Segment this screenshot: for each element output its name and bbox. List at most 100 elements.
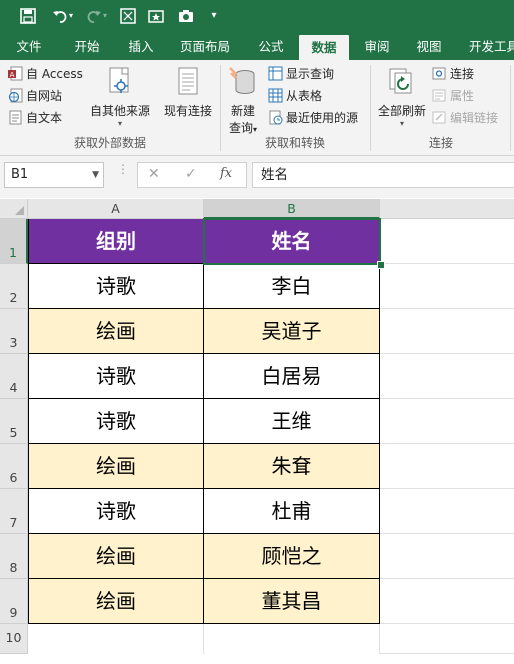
row-header[interactable]: 7 (0, 489, 28, 534)
tab-review[interactable]: 审阅 (356, 33, 398, 60)
refresh-icon (386, 66, 418, 98)
from-table-button[interactable]: 从表格 (268, 86, 322, 106)
existing-connections-button[interactable]: 现有连接 (160, 66, 216, 119)
cell-group[interactable]: 诗歌 (28, 399, 204, 444)
save-icon[interactable] (18, 6, 38, 26)
gridline (380, 623, 514, 624)
insert-function-icon[interactable]: fx (220, 166, 232, 181)
cell-name[interactable]: 董其昌 (204, 579, 380, 624)
other-sources-button[interactable]: 自其他来源 ▾ (88, 66, 152, 128)
resize-handle-icon[interactable]: ⋮ (117, 163, 129, 175)
row-number: 8 (9, 560, 18, 575)
new-query-button[interactable]: 新建 查询▾ (224, 66, 262, 136)
show-queries-button[interactable]: 显示查询 (268, 64, 334, 84)
row-number: 9 (9, 605, 18, 620)
cell-name[interactable]: 吴道子 (204, 309, 380, 354)
cell-name[interactable]: 顾恺之 (204, 534, 380, 579)
text-file-icon (8, 110, 23, 125)
tab-home[interactable]: 开始 (66, 33, 108, 60)
formula-bar: B1 ▼ ⋮ ✕ ✓ fx 姓名 (0, 156, 514, 198)
properties-button[interactable]: 属性 (432, 86, 474, 106)
formula-buttons: ✕ ✓ fx (137, 162, 247, 188)
from-web-button[interactable]: 自网站 (8, 86, 62, 106)
camera-icon[interactable] (176, 6, 196, 26)
confirm-icon[interactable]: ✓ (185, 166, 197, 182)
row-number: 4 (9, 380, 18, 395)
group-separator (510, 65, 511, 151)
cell-group[interactable]: 绘画 (28, 534, 204, 579)
cell-group[interactable]: 诗歌 (28, 264, 204, 309)
group-label-connections: 连接 (428, 136, 453, 150)
gridline (380, 578, 514, 579)
cell-name[interactable]: 白居易 (204, 354, 380, 399)
gridline (380, 488, 514, 489)
header-cell-group[interactable]: 组别 (28, 219, 204, 264)
cell-group[interactable]: 绘画 (28, 579, 204, 624)
undo-dropdown-icon[interactable]: ▾ (66, 6, 76, 26)
row-header[interactable]: 6 (0, 444, 28, 489)
tab-developer[interactable]: 开发工具 (464, 33, 514, 60)
gridline (380, 533, 514, 534)
cell-name[interactable]: 王维 (204, 399, 380, 444)
from-access-button[interactable]: A 自 Access (8, 64, 83, 84)
cell-name[interactable]: 朱耷 (204, 444, 380, 489)
other-sources-icon (104, 66, 136, 98)
existing-connections-icon (172, 66, 204, 98)
tab-view[interactable]: 视图 (408, 33, 450, 60)
connections-button[interactable]: 连接 (432, 64, 474, 84)
recent-sources-button[interactable]: 最近使用的源 (268, 108, 358, 128)
cell-group[interactable]: 绘画 (28, 444, 204, 489)
row-header[interactable]: 4 (0, 354, 28, 399)
from-text-button[interactable]: 自文本 (8, 108, 62, 128)
row-header[interactable]: 8 (0, 534, 28, 579)
edit-links-icon (432, 110, 447, 125)
row-header[interactable]: 3 (0, 309, 28, 354)
tab-page-layout[interactable]: 页面布局 (172, 33, 238, 60)
cell-name[interactable]: 杜甫 (204, 489, 380, 534)
row-number: 10 (5, 630, 22, 645)
customize-qat-icon[interactable]: ▾ (204, 6, 224, 26)
tab-data[interactable]: 数据 (299, 35, 349, 60)
group-label-external: 获取外部数据 (73, 136, 146, 150)
recent-sources-icon (268, 110, 283, 125)
gridline (380, 398, 514, 399)
select-all-button[interactable] (0, 199, 28, 219)
redo-dropdown-icon[interactable]: ▾ (100, 6, 110, 26)
custom-icon-1[interactable] (118, 6, 138, 26)
chevron-down-icon[interactable]: ▼ (92, 163, 99, 187)
tab-formulas[interactable]: 公式 (250, 33, 292, 60)
cell-group[interactable]: 诗歌 (28, 354, 204, 399)
cell-name[interactable]: 李白 (204, 264, 380, 309)
ribbon-data: A 自 Access 自网站 自文本 自其他来源 ▾ 现有连接 获取外部数据 新… (0, 60, 514, 156)
row-header[interactable]: 10 (0, 624, 28, 654)
cancel-icon[interactable]: ✕ (148, 166, 160, 182)
gridline (203, 624, 204, 654)
gridline (380, 263, 514, 264)
row-header[interactable]: 1 (0, 219, 28, 264)
header-cell-name[interactable]: 姓名 (204, 219, 380, 264)
ribbon-tabs: 文件 开始 插入 页面布局 公式 数据 审阅 视图 开发工具 (0, 33, 514, 60)
row-number: 5 (9, 425, 18, 440)
custom-icon-2[interactable] (146, 6, 166, 26)
fill-handle[interactable] (377, 261, 385, 269)
formula-input[interactable]: 姓名 (252, 162, 514, 188)
connections-icon (432, 66, 447, 81)
column-header-a[interactable]: A (28, 199, 204, 219)
cell-group[interactable]: 绘画 (28, 309, 204, 354)
gridline (380, 308, 514, 309)
cell-group[interactable]: 诗歌 (28, 489, 204, 534)
row-number: 6 (9, 470, 18, 485)
refresh-all-button[interactable]: 全部刷新 ▾ (374, 66, 430, 128)
name-box[interactable]: B1 ▼ (4, 162, 104, 188)
tab-file[interactable]: 文件 (8, 33, 50, 60)
quick-access-toolbar: ▾ ▾ ▾ (0, 0, 514, 33)
edit-links-button[interactable]: 编辑链接 (432, 108, 498, 128)
gridline (380, 443, 514, 444)
row-header[interactable]: 5 (0, 399, 28, 444)
worksheet-grid: A B 1 2 3 4 5 6 7 8 9 10 组别 姓名 诗歌 李白 绘画 吴道子 诗歌 白居易 诗歌 王维 绘画… (0, 199, 514, 664)
column-header-b[interactable]: B (204, 199, 380, 219)
row-header[interactable]: 2 (0, 264, 28, 309)
column-header-c[interactable] (380, 199, 514, 219)
row-header[interactable]: 9 (0, 579, 28, 624)
tab-insert[interactable]: 插入 (120, 33, 162, 60)
